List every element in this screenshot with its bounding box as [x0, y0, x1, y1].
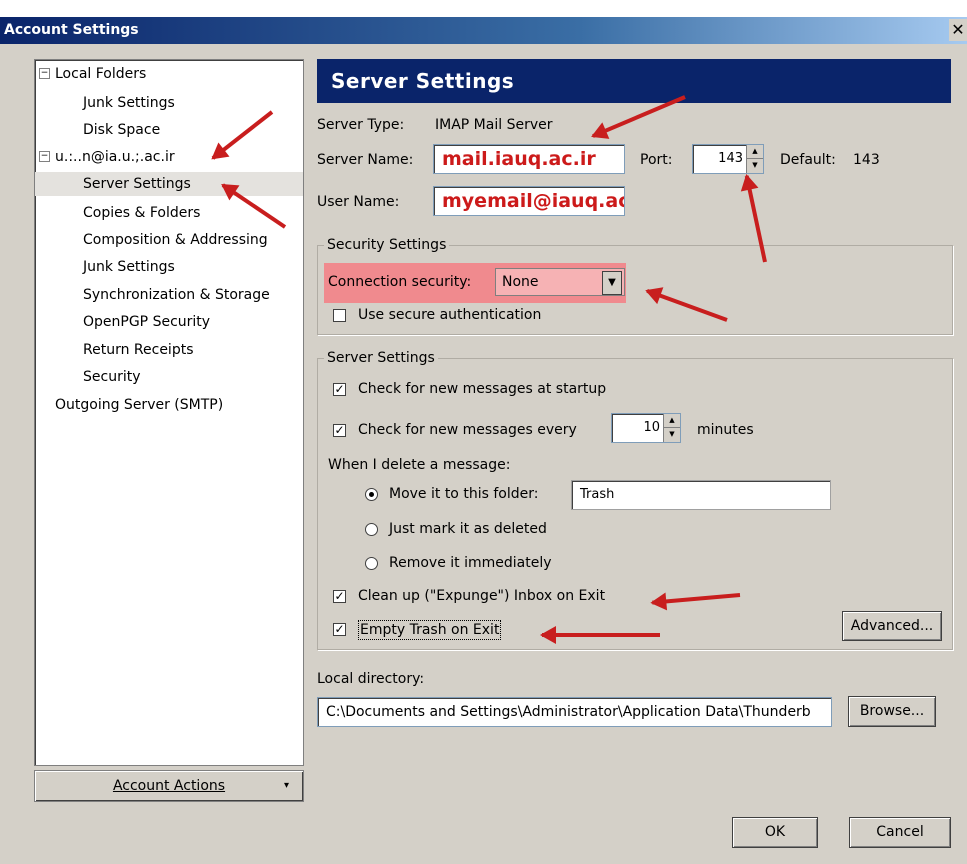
- connection-security-label: Connection security:: [328, 274, 472, 290]
- tree-item-composition[interactable]: Composition & Addressing: [83, 228, 268, 252]
- move-folder-label: Move it to this folder:: [389, 486, 539, 502]
- cleanup-label: Clean up ("Expunge") Inbox on Exit: [358, 588, 606, 604]
- remove-immediately-radio[interactable]: [365, 557, 378, 570]
- user-name-label: User Name:: [317, 194, 400, 210]
- check-startup-label: Check for new messages at startup: [358, 381, 607, 397]
- server-name-label: Server Name:: [317, 152, 414, 168]
- just-mark-radio[interactable]: [365, 523, 378, 536]
- tree-item-security[interactable]: Security: [83, 365, 141, 389]
- minutes-label: minutes: [697, 422, 754, 438]
- user-name-field[interactable]: myemail@iauq.ac.ir: [433, 186, 625, 216]
- spin-up-icon[interactable]: ▲: [747, 145, 763, 159]
- move-folder-radio[interactable]: [365, 488, 378, 501]
- spin-down-icon[interactable]: ▼: [747, 159, 763, 172]
- group-title: Security Settings: [324, 236, 450, 254]
- tree-item-outgoing-server[interactable]: Outgoing Server (SMTP): [55, 393, 223, 417]
- local-directory-field[interactable]: C:\Documents and Settings\Administrator\…: [317, 697, 832, 727]
- tree-item-copies-folders[interactable]: Copies & Folders: [83, 201, 200, 225]
- local-directory-label: Local directory:: [317, 671, 425, 687]
- port-label: Port:: [640, 152, 673, 168]
- trash-folder-value: Trash: [580, 487, 615, 502]
- title-bar: Account Settings ✕: [0, 17, 967, 44]
- check-every-label: Check for new messages every: [358, 422, 577, 438]
- secure-auth-checkbox[interactable]: [333, 309, 346, 322]
- check-interval-field[interactable]: 10 ▲ ▼: [611, 413, 681, 443]
- server-name-field[interactable]: mail.iauq.ac.ir: [433, 144, 625, 174]
- cancel-button[interactable]: Cancel: [849, 817, 951, 848]
- check-every-checkbox[interactable]: ✓: [333, 424, 346, 437]
- chevron-down-icon: ▾: [283, 780, 289, 791]
- user-name-value: myemail@iauq.ac.ir: [442, 190, 624, 212]
- check-startup-checkbox[interactable]: ✓: [333, 383, 346, 396]
- collapse-icon[interactable]: −: [39, 68, 50, 79]
- annotation-arrow: [542, 633, 660, 637]
- spin-up-icon[interactable]: ▲: [664, 414, 680, 428]
- tree-item-openpgp[interactable]: OpenPGP Security: [83, 310, 210, 334]
- tree-item-sync-storage[interactable]: Synchronization & Storage: [83, 283, 270, 307]
- local-directory-value: C:\Documents and Settings\Administrator\…: [326, 704, 811, 720]
- group-title: Server Settings: [324, 349, 438, 367]
- spin-down-icon[interactable]: ▼: [664, 428, 680, 441]
- interval-spinner[interactable]: ▲ ▼: [663, 414, 680, 442]
- cleanup-checkbox[interactable]: ✓: [333, 590, 346, 603]
- tree-item-account[interactable]: u.:..n@ia.u.;.ac.ir: [55, 145, 175, 169]
- browse-button[interactable]: Browse...: [848, 696, 936, 727]
- tree-item-return-receipts[interactable]: Return Receipts: [83, 338, 194, 362]
- tree-item-server-settings[interactable]: Server Settings: [35, 172, 303, 196]
- connection-security-select[interactable]: None ▼: [495, 268, 625, 296]
- tree-item-label: Server Settings: [83, 176, 191, 192]
- account-actions-button[interactable]: Account Actions ▾: [34, 770, 304, 802]
- port-spinner[interactable]: ▲ ▼: [746, 145, 763, 173]
- tree-item-disk-space[interactable]: Disk Space: [83, 118, 160, 142]
- dropdown-arrow-icon[interactable]: ▼: [602, 271, 622, 295]
- tree-item-junk-settings-2[interactable]: Junk Settings: [83, 255, 175, 279]
- tree-item-junk-settings[interactable]: Junk Settings: [83, 91, 175, 115]
- tree-item-local-folders[interactable]: Local Folders: [55, 62, 146, 86]
- secure-auth-label: Use secure authentication: [358, 307, 542, 323]
- account-actions-label: Account Actions: [112, 778, 226, 794]
- port-field[interactable]: 143 ▲ ▼: [692, 144, 764, 174]
- remove-immediately-label: Remove it immediately: [389, 555, 552, 571]
- page-title: Server Settings: [317, 59, 951, 103]
- trash-folder-field[interactable]: Trash: [571, 480, 831, 510]
- connection-security-value: None: [502, 274, 539, 290]
- ok-button[interactable]: OK: [732, 817, 818, 848]
- port-value: 143: [718, 151, 743, 166]
- server-type-value: IMAP Mail Server: [435, 117, 553, 133]
- server-type-label: Server Type:: [317, 117, 405, 133]
- empty-trash-label: Empty Trash on Exit: [358, 620, 502, 640]
- account-tree: − Local Folders Junk Settings Disk Space…: [34, 59, 304, 766]
- just-mark-label: Just mark it as deleted: [389, 521, 547, 537]
- advanced-button[interactable]: Advanced...: [842, 611, 942, 641]
- collapse-icon[interactable]: −: [39, 151, 50, 162]
- check-interval-value: 10: [643, 420, 660, 435]
- default-label: Default:: [780, 152, 836, 168]
- close-icon[interactable]: ✕: [949, 19, 967, 41]
- delete-heading: When I delete a message:: [328, 457, 511, 473]
- empty-trash-checkbox[interactable]: ✓: [333, 623, 346, 636]
- server-name-value: mail.iauq.ac.ir: [442, 148, 596, 170]
- default-value: 143: [853, 152, 880, 168]
- window-title: Account Settings: [4, 22, 139, 38]
